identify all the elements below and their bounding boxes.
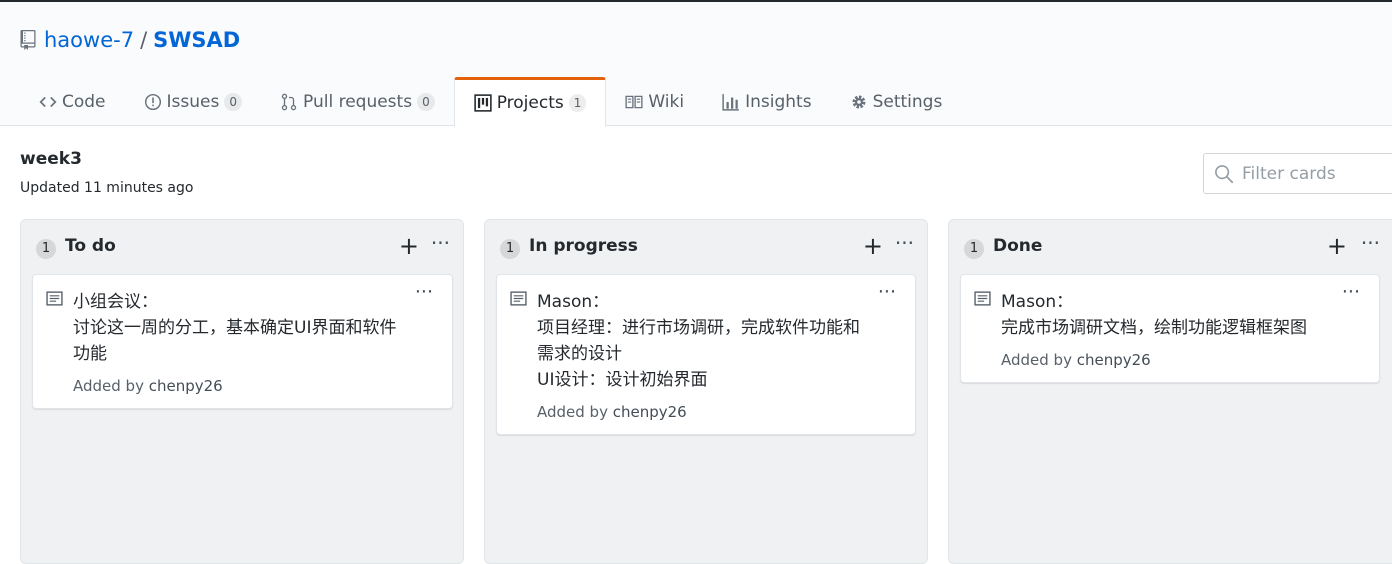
add-card-button[interactable]: + — [863, 234, 883, 258]
card-note-line: 需求的设计 — [537, 344, 622, 364]
column-menu-button[interactable]: ··· — [895, 231, 914, 255]
card-meta: Added by chenpy26 — [73, 377, 452, 395]
card-meta: Added by chenpy26 — [1001, 351, 1379, 369]
card-added-by-label: Added by — [1001, 351, 1072, 369]
add-card-button[interactable]: + — [1327, 234, 1347, 258]
tab-projects[interactable]: Projects 1 — [453, 77, 607, 127]
column-to-do: 1 To do + ··· ··· 小组会议： 讨论这一周的分工，基本确定UI界… — [20, 219, 464, 564]
column-card-count: 1 — [36, 239, 56, 259]
column-card-count: 1 — [964, 239, 984, 259]
note-card[interactable]: ··· Mason： 项目经理：进行市场调研，完成软件功能和 需求的设计 UI设… — [496, 274, 916, 435]
column-done: 1 Done + ··· ··· Mason： 完成市场调研文档，绘制功能逻辑框… — [948, 219, 1392, 564]
card-note-line: 讨论这一周的分工，基本确定UI界面和软件 — [73, 318, 397, 338]
tab-label: Projects — [496, 93, 564, 113]
card-meta: Added by chenpy26 — [537, 403, 915, 421]
tab-wiki[interactable]: Wiki — [606, 77, 703, 126]
card-added-by-label: Added by — [537, 403, 608, 421]
repo-icon — [20, 30, 36, 50]
search-icon — [1215, 164, 1234, 183]
tab-label: Insights — [745, 91, 812, 112]
filter-cards-input[interactable] — [1242, 163, 1392, 184]
add-card-button[interactable]: + — [399, 234, 419, 258]
card-note-line: 功能 — [73, 344, 107, 364]
tab-label: Settings — [872, 91, 943, 112]
column-card-count: 1 — [500, 239, 520, 259]
card-note-line: 项目经理：进行市场调研，完成软件功能和 — [537, 318, 860, 338]
card-note-line: UI设计：设计初始界面 — [537, 370, 708, 390]
tab-label: Issues — [166, 91, 220, 112]
column-name: Done — [993, 236, 1043, 256]
repo-header: haowe-7 / SWSAD Code Issues 0 Pull reque… — [0, 2, 1392, 127]
graph-icon — [722, 93, 739, 111]
tab-label: Wiki — [648, 91, 685, 112]
column-header: 1 To do + ··· — [21, 220, 463, 274]
pull-request-icon — [281, 93, 297, 110]
card-author-link[interactable]: chenpy26 — [1077, 351, 1151, 369]
issue-icon — [144, 93, 161, 110]
project-board-name: week3 — [20, 149, 82, 169]
gear-icon — [852, 95, 866, 108]
tab-settings[interactable]: Settings — [831, 77, 962, 126]
project-updated-time: Updated 11 minutes ago — [20, 180, 194, 196]
card-menu-button[interactable]: ··· — [878, 281, 896, 303]
tab-insights[interactable]: Insights — [703, 77, 830, 126]
column-header: 1 In progress + ··· — [485, 220, 927, 274]
card-author-link[interactable]: chenpy26 — [149, 377, 223, 395]
column-header: 1 Done + ··· — [949, 220, 1392, 274]
card-note-line: 小组会议： — [73, 292, 158, 312]
repo-name-link[interactable]: SWSAD — [153, 28, 240, 52]
card-note-line: Mason： — [1001, 292, 1074, 312]
card-note-line: 完成市场调研文档，绘制功能逻辑框架图 — [1001, 318, 1307, 338]
card-menu-button[interactable]: ··· — [1342, 281, 1360, 303]
tab-pull-requests[interactable]: Pull requests 0 — [261, 77, 454, 126]
column-in-progress: 1 In progress + ··· ··· Mason： 项目经理：进行市场… — [484, 219, 928, 564]
column-name: In progress — [529, 236, 638, 256]
column-menu-button[interactable]: ··· — [431, 231, 450, 255]
column-name: To do — [65, 236, 116, 256]
pull-requests-counter: 0 — [417, 92, 435, 111]
card-menu-button[interactable]: ··· — [415, 281, 433, 303]
column-menu-button[interactable]: ··· — [1361, 231, 1380, 255]
projects-counter: 1 — [568, 94, 587, 112]
note-icon — [974, 291, 991, 306]
filter-cards-field[interactable] — [1203, 153, 1392, 194]
tab-code[interactable]: Code — [20, 77, 125, 126]
repo-title: haowe-7 / SWSAD — [20, 28, 240, 52]
note-card[interactable]: ··· 小组会议： 讨论这一周的分工，基本确定UI界面和软件 功能 Added … — [32, 274, 453, 409]
card-note-body: Mason： 项目经理：进行市场调研，完成软件功能和 需求的设计 UI设计：设计… — [537, 289, 887, 393]
book-icon — [625, 95, 643, 108]
card-note-body: Mason： 完成市场调研文档，绘制功能逻辑框架图 — [1001, 289, 1351, 341]
code-icon — [39, 96, 57, 107]
issues-counter: 0 — [224, 92, 242, 111]
card-author-link[interactable]: chenpy26 — [613, 403, 687, 421]
card-note-line: Mason： — [537, 292, 610, 312]
tab-label: Code — [62, 91, 106, 112]
card-added-by-label: Added by — [73, 377, 144, 395]
repo-owner-link[interactable]: haowe-7 — [44, 28, 134, 52]
note-icon — [510, 291, 527, 306]
repo-nav-tabs: Code Issues 0 Pull requests 0 Projects 1… — [20, 77, 962, 127]
tab-label: Pull requests — [303, 91, 413, 112]
project-icon — [474, 94, 492, 112]
card-note-body: 小组会议： 讨论这一周的分工，基本确定UI界面和软件 功能 — [73, 289, 424, 367]
repo-separator: / — [140, 28, 148, 52]
note-card[interactable]: ··· Mason： 完成市场调研文档，绘制功能逻辑框架图 Added by c… — [960, 274, 1380, 383]
tab-issues[interactable]: Issues 0 — [125, 77, 261, 126]
note-icon — [46, 291, 63, 306]
